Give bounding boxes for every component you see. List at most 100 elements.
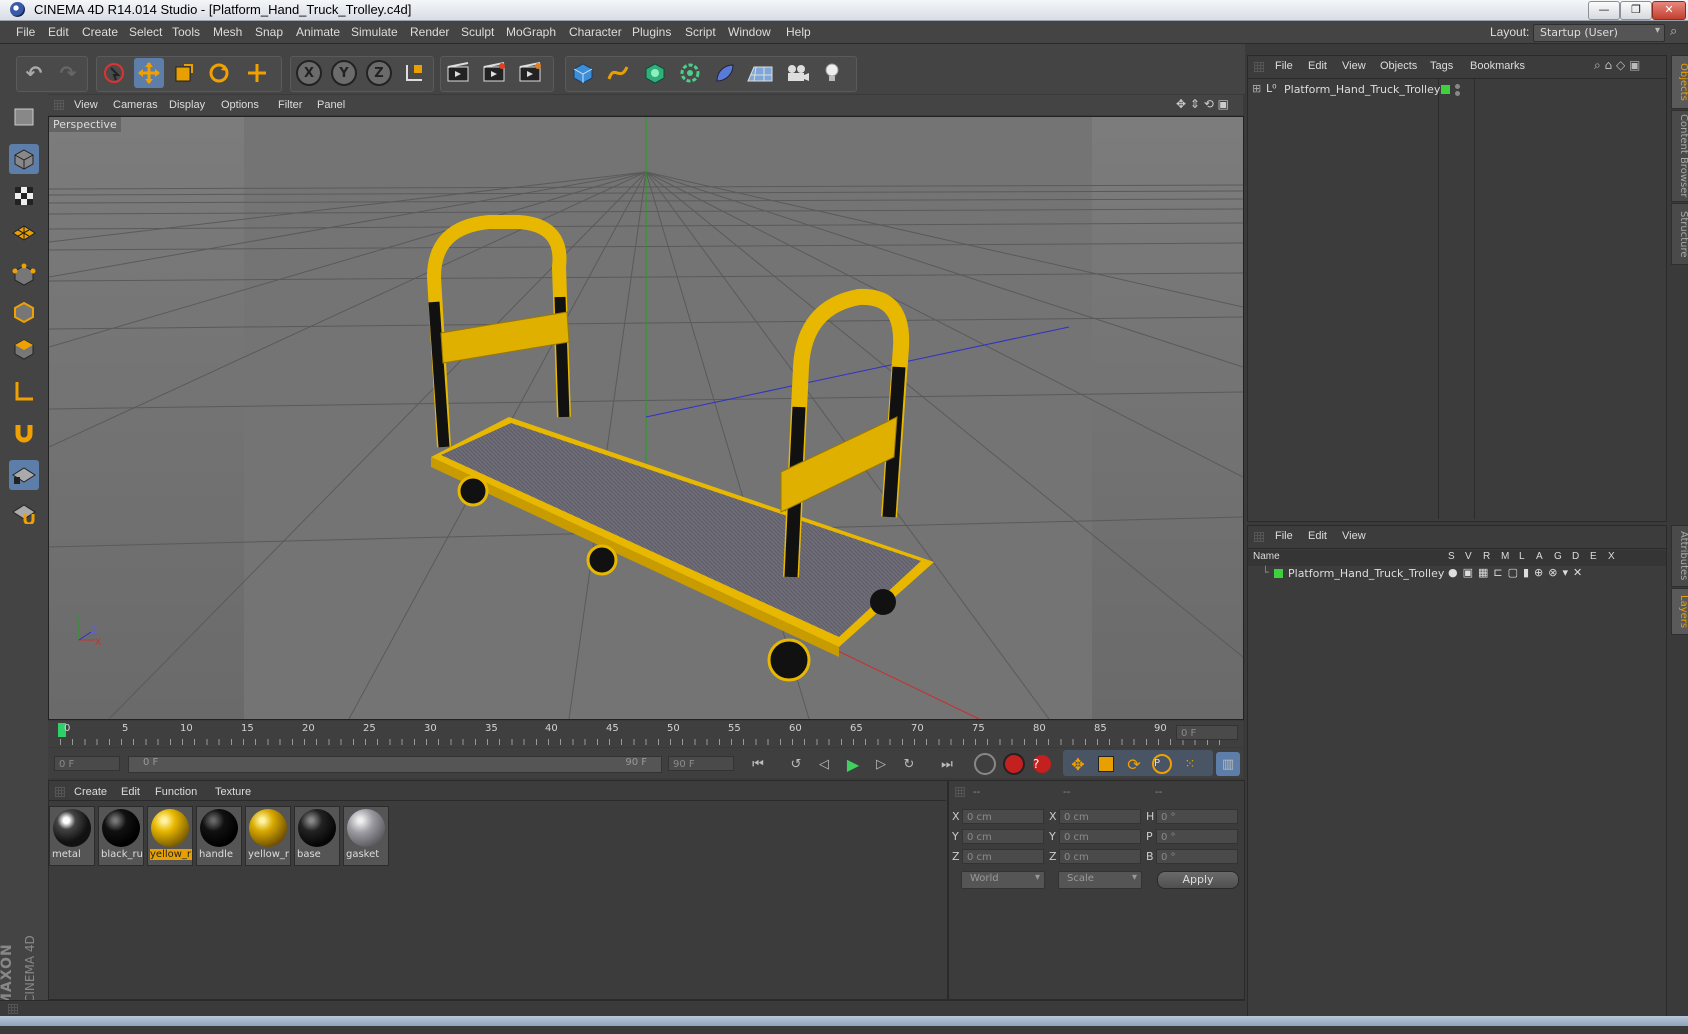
start-frame-field[interactable]: 0 F [54,756,120,771]
close-button[interactable]: ✕ [1652,1,1686,20]
maximize-button[interactable]: ❐ [1620,1,1652,20]
deformer-icon[interactable] [710,58,740,88]
texture-mode-icon[interactable] [9,181,39,211]
points-mode-icon[interactable] [9,260,39,290]
layer-col-generators[interactable]: G [1554,551,1562,562]
position-z-field[interactable]: 0 cm [962,849,1044,864]
objects-menu-edit[interactable]: Edit [1308,60,1327,72]
menu-plugins[interactable]: Plugins [632,25,671,39]
coordinate-mode-dropdown[interactable]: World ▾ [961,871,1045,889]
objects-menu-objects[interactable]: Objects [1380,60,1417,72]
subdivision-surface-icon[interactable] [640,58,670,88]
material-swatch[interactable]: handle [196,806,242,866]
rotation-b-field[interactable]: 0 ° [1156,849,1238,864]
perspective-viewport[interactable]: Perspective Y X Z [48,116,1244,720]
live-selection-icon[interactable] [99,58,129,88]
objects-menu-bookmarks[interactable]: Bookmarks [1470,60,1525,72]
light-bulb-icon[interactable] [817,58,847,88]
model-mode-icon[interactable] [9,144,39,174]
material-menu-edit[interactable]: Edit [121,786,140,798]
tab-content-browser[interactable]: Content Browser [1671,110,1688,202]
viewport-menu-panel[interactable]: Panel [317,99,345,111]
coordinate-system-icon[interactable] [399,58,429,88]
tab-structure[interactable]: Structure [1671,203,1688,265]
viewport-menu-display[interactable]: Display [169,99,205,111]
object-name[interactable]: Platform_Hand_Truck_Trolley [1284,83,1440,96]
expand-icon[interactable]: ⊞ [1252,82,1261,95]
viewport-menu-options[interactable]: Options [221,99,259,111]
convert-editable-icon[interactable] [9,102,39,132]
key-scale-icon[interactable] [1094,752,1118,776]
play-icon[interactable]: ▶ [841,752,865,776]
size-x-field[interactable]: 0 cm [1059,809,1141,824]
key-pla-icon[interactable]: ⁙ [1178,752,1202,776]
menu-create[interactable]: Create [82,25,118,39]
menu-animate[interactable]: Animate [296,25,340,39]
scale-tool-icon[interactable] [169,58,199,88]
layer-row[interactable]: └ Platform_Hand_Truck_Trolley ●▣▦⊏▢▮⊕⊗▾✕ [1252,566,1662,582]
tab-layers[interactable]: Layers [1671,588,1688,635]
layer-col-expressions[interactable]: E [1590,551,1597,562]
layer-col-animation[interactable]: A [1536,551,1543,562]
redo-icon[interactable]: ↷ [53,58,83,88]
layers-menu-edit[interactable]: Edit [1308,530,1327,542]
layer-col-deformers[interactable]: D [1572,551,1579,562]
move-tool-icon[interactable] [134,58,164,88]
layer-color-icon[interactable] [1274,569,1283,578]
menu-script[interactable]: Script [685,25,716,39]
menu-select[interactable]: Select [129,25,162,39]
render-view-icon[interactable] [443,58,473,88]
key-parameter-icon[interactable]: P [1150,752,1174,776]
material-swatch-selected[interactable]: yellow_r [147,806,193,866]
layer-name-column[interactable]: Name [1253,551,1280,562]
render-visibility-dot[interactable] [1455,91,1460,96]
timeline-window-icon[interactable]: ▥ [1216,752,1240,776]
menu-sculpt[interactable]: Sculpt [461,25,494,39]
material-menu-texture[interactable]: Texture [215,786,251,798]
material-menu-function[interactable]: Function [155,786,197,798]
end-frame-field[interactable]: 90 F [668,756,734,771]
rotation-p-field[interactable]: 0 ° [1156,829,1238,844]
viewport-menu-filter[interactable]: Filter [278,99,302,111]
camera-icon[interactable] [782,58,812,88]
material-swatch[interactable]: gasket [343,806,389,866]
layers-menu-view[interactable]: View [1342,530,1366,542]
x-axis-lock-icon[interactable]: X [294,58,324,88]
y-axis-lock-icon[interactable]: Y [329,58,359,88]
current-frame-field[interactable]: 0 F [1176,725,1238,740]
menu-tools[interactable]: Tools [172,25,200,39]
material-swatch[interactable]: base [294,806,340,866]
recent-tool-icon[interactable] [242,58,272,88]
material-swatch[interactable]: black_ru [98,806,144,866]
viewport-nav-icons[interactable]: ✥ ⇕ ⟲ ▣ [1176,97,1229,111]
material-swatch[interactable]: yellow_r [245,806,291,866]
layer-col-render[interactable]: R [1483,551,1490,562]
layer-col-view[interactable]: V [1465,551,1472,562]
tab-attributes[interactable]: Attributes [1671,525,1688,587]
step-forward-icon[interactable]: ▷ [869,752,893,776]
goto-end-icon[interactable]: ⏭ [935,752,959,776]
menu-window[interactable]: Window [728,25,771,39]
layer-col-locked[interactable]: L [1519,551,1525,562]
layers-menu-file[interactable]: File [1275,530,1293,542]
workplane-icon[interactable] [9,218,39,248]
search-icon[interactable]: ⌕ [1670,24,1677,39]
planar-snap-icon[interactable] [9,497,39,527]
material-menu-create[interactable]: Create [74,786,107,798]
viewport-menu-view[interactable]: View [74,99,98,111]
spline-pen-icon[interactable] [603,58,633,88]
objects-menu-file[interactable]: File [1275,60,1293,72]
rotate-tool-icon[interactable] [204,58,234,88]
menu-mograph[interactable]: MoGraph [506,25,556,39]
undo-icon[interactable]: ↶ [19,58,49,88]
rotation-h-field[interactable]: 0 ° [1156,809,1238,824]
layer-col-xref[interactable]: X [1608,551,1615,562]
position-x-field[interactable]: 0 cm [962,809,1044,824]
floor-environment-icon[interactable] [745,58,775,88]
layer-flag-icons[interactable]: ●▣▦⊏▢▮⊕⊗▾✕ [1448,566,1587,579]
menu-file[interactable]: File [16,25,35,39]
workplane-lock-icon[interactable] [9,460,39,490]
polygons-mode-icon[interactable] [9,334,39,364]
array-cloner-icon[interactable] [675,58,705,88]
key-rotation-icon[interactable]: ⟳ [1122,752,1146,776]
